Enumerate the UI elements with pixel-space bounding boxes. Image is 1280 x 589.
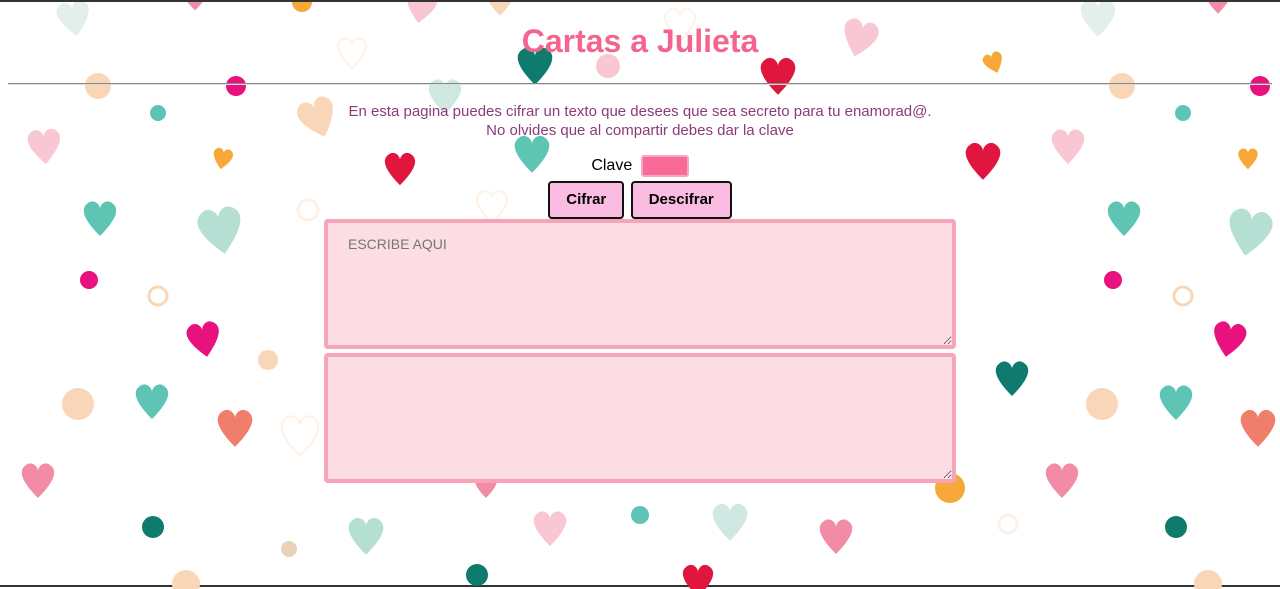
action-buttons: Cifrar Descifrar [0, 181, 1280, 219]
intro-text: En esta pagina puedes cifrar un texto qu… [0, 102, 1280, 140]
input-textarea[interactable] [324, 219, 956, 349]
key-label: Clave [591, 157, 633, 174]
output-textarea[interactable] [324, 353, 956, 483]
encrypt-button[interactable]: Cifrar [548, 181, 625, 219]
intro-line-1: En esta pagina puedes cifrar un texto qu… [348, 103, 932, 120]
page-title: Cartas a Julieta [521, 23, 759, 59]
decrypt-button[interactable]: Descifrar [630, 181, 732, 219]
intro-line-2: No olvides que al compartir debes dar la… [486, 122, 794, 139]
divider [8, 83, 1272, 85]
key-input[interactable] [640, 155, 689, 177]
key-row: Clave [0, 155, 1280, 177]
